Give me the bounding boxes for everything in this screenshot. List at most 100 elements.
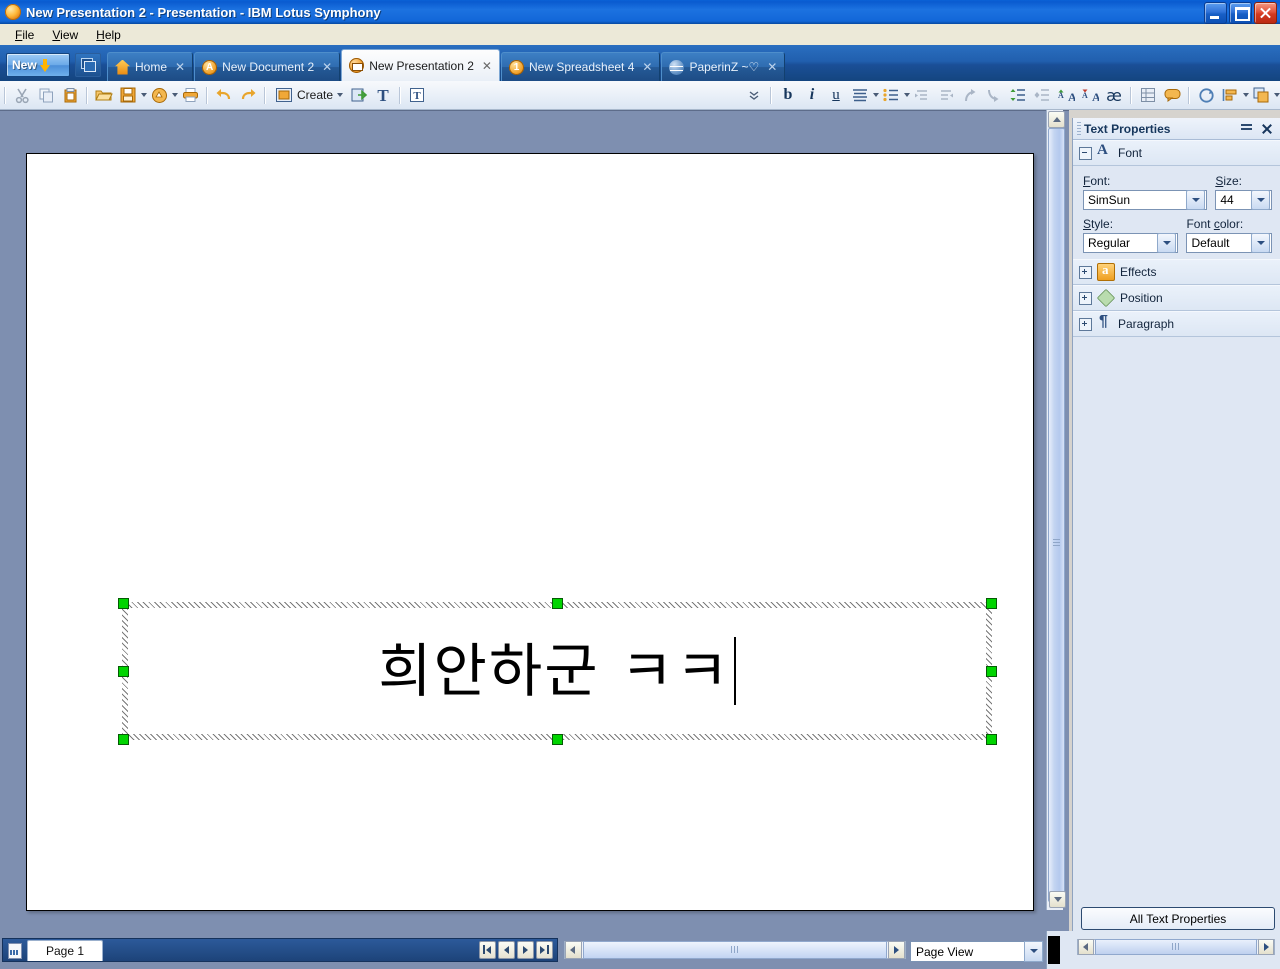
font-dropdown-icon[interactable] xyxy=(1186,190,1206,210)
special-character-icon[interactable]: æ xyxy=(1103,84,1125,106)
arrange-icon[interactable] xyxy=(1250,84,1272,106)
scroll-down-button[interactable] xyxy=(1049,891,1066,908)
demote-icon[interactable] xyxy=(911,84,933,106)
paste-icon[interactable] xyxy=(59,84,81,106)
window-list-icon[interactable] xyxy=(75,53,101,77)
move-down-icon[interactable] xyxy=(983,84,1005,106)
panel-horizontal-scrollbar[interactable] xyxy=(1077,939,1275,955)
next-page-button[interactable] xyxy=(517,941,534,959)
new-style-dropdown-icon[interactable] xyxy=(172,93,178,97)
tab-paperinz[interactable]: PaperinZ ~♡ ✕ xyxy=(661,52,786,81)
resize-handle-top-right[interactable] xyxy=(986,598,997,609)
bold-icon[interactable]: b xyxy=(777,84,799,106)
tab-new-spreadsheet-4[interactable]: New Spreadsheet 4 ✕ xyxy=(500,52,661,81)
create-button[interactable]: Create xyxy=(270,84,347,106)
view-mode-dropdown-icon[interactable] xyxy=(1024,941,1043,962)
panel-scroll-left-button[interactable] xyxy=(1078,939,1094,955)
scroll-up-button[interactable] xyxy=(1048,111,1065,128)
section-header-font[interactable]: Font xyxy=(1073,140,1280,166)
view-mode-select[interactable]: Page View xyxy=(910,941,1044,962)
arrange-dropdown-icon[interactable] xyxy=(1274,93,1280,97)
resize-handle-top-left[interactable] xyxy=(118,598,129,609)
previous-page-button[interactable] xyxy=(498,941,515,959)
last-page-button[interactable] xyxy=(536,941,553,959)
line-spacing-decrease-icon[interactable] xyxy=(1031,84,1053,106)
menu-help[interactable]: Help xyxy=(87,26,130,44)
canvas-horizontal-scroll-thumb[interactable] xyxy=(583,941,887,959)
font-combobox[interactable]: SimSun xyxy=(1083,190,1208,210)
new-style-icon[interactable] xyxy=(148,84,170,106)
align-dropdown-icon[interactable] xyxy=(873,93,879,97)
canvas-scroll-right-button[interactable] xyxy=(888,941,905,959)
resize-handle-bottom-left[interactable] xyxy=(118,734,129,745)
expand-toggle-effects[interactable] xyxy=(1079,265,1092,279)
panel-scroll-thumb[interactable] xyxy=(1095,939,1257,955)
tab-new-spreadsheet-4-close-icon[interactable]: ✕ xyxy=(642,60,652,74)
underline-icon[interactable]: u xyxy=(825,84,847,106)
menu-file[interactable]: File xyxy=(6,26,43,44)
save-dropdown-icon[interactable] xyxy=(141,93,147,97)
size-dropdown-icon[interactable] xyxy=(1251,190,1270,210)
bullets-icon[interactable] xyxy=(880,84,902,106)
align-objects-icon[interactable] xyxy=(1219,84,1241,106)
panel-close-icon[interactable] xyxy=(1259,121,1275,137)
copy-icon[interactable] xyxy=(35,84,57,106)
toolbar-overflow-icon[interactable] xyxy=(743,84,765,106)
align-objects-dropdown-icon[interactable] xyxy=(1243,93,1249,97)
slide-text-box[interactable]: 희안하군 ㅋㅋ xyxy=(122,602,992,740)
resize-handle-middle-right[interactable] xyxy=(986,666,997,677)
canvas-scroll-left-button[interactable] xyxy=(565,941,582,959)
new-button[interactable]: New xyxy=(6,53,70,77)
page-tab-page-1[interactable]: Page 1 xyxy=(27,939,103,961)
vertical-scroll-thumb[interactable] xyxy=(1048,128,1065,902)
style-combobox[interactable]: Regular xyxy=(1083,233,1179,253)
increase-font-icon[interactable]: AA xyxy=(1055,84,1077,106)
section-header-effects[interactable]: Effects xyxy=(1073,259,1280,285)
panel-drag-handle[interactable] xyxy=(1077,121,1081,136)
tab-new-presentation-2-close-icon[interactable]: ✕ xyxy=(482,59,492,73)
tab-paperinz-close-icon[interactable]: ✕ xyxy=(767,60,777,74)
table-icon[interactable] xyxy=(1137,84,1159,106)
bullets-dropdown-icon[interactable] xyxy=(904,93,910,97)
align-icon[interactable] xyxy=(849,84,871,106)
slide-canvas[interactable]: 희안하군 ㅋㅋ xyxy=(26,153,1034,911)
style-dropdown-icon[interactable] xyxy=(1157,233,1177,253)
collapse-toggle-font[interactable] xyxy=(1079,146,1092,160)
tab-new-document-2[interactable]: New Document 2 ✕ xyxy=(194,52,341,81)
section-header-position[interactable]: Position xyxy=(1073,285,1280,311)
restore-button[interactable] xyxy=(1229,2,1252,24)
close-button[interactable] xyxy=(1254,2,1277,24)
text-icon[interactable]: T xyxy=(372,84,394,106)
menu-view[interactable]: View xyxy=(43,26,87,44)
all-text-properties-button[interactable]: All Text Properties xyxy=(1081,907,1275,930)
redo-icon[interactable] xyxy=(237,84,259,106)
promote-icon[interactable] xyxy=(935,84,957,106)
insert-object-icon[interactable] xyxy=(348,84,370,106)
open-icon[interactable] xyxy=(93,84,115,106)
resize-handle-middle-left[interactable] xyxy=(118,666,129,677)
resize-handle-top-center[interactable] xyxy=(552,598,563,609)
expand-toggle-position[interactable] xyxy=(1079,291,1092,305)
save-icon[interactable] xyxy=(117,84,139,106)
create-dropdown-icon[interactable] xyxy=(337,93,344,97)
line-spacing-increase-icon[interactable] xyxy=(1007,84,1029,106)
resize-handle-bottom-right[interactable] xyxy=(986,734,997,745)
canvas-vertical-scrollbar[interactable] xyxy=(1046,110,1066,910)
panel-scroll-right-button[interactable] xyxy=(1258,939,1274,955)
rotate-icon[interactable] xyxy=(1195,84,1217,106)
decrease-font-icon[interactable]: AA xyxy=(1079,84,1101,106)
panel-menu-icon[interactable] xyxy=(1239,121,1255,137)
section-header-paragraph[interactable]: Paragraph xyxy=(1073,311,1280,337)
expand-toggle-paragraph[interactable] xyxy=(1079,317,1092,331)
print-icon[interactable] xyxy=(179,84,201,106)
resize-handle-bottom-center[interactable] xyxy=(552,734,563,745)
italic-icon[interactable]: i xyxy=(801,84,823,106)
text-box-content[interactable]: 희안하군 ㅋㅋ xyxy=(128,608,986,734)
tab-new-presentation-2[interactable]: New Presentation 2 ✕ xyxy=(341,49,500,81)
tab-home[interactable]: Home ✕ xyxy=(107,52,194,81)
callout-icon[interactable] xyxy=(1161,84,1183,106)
font-color-combobox[interactable]: Default xyxy=(1186,233,1272,253)
undo-icon[interactable] xyxy=(213,84,235,106)
size-combobox[interactable]: 44 xyxy=(1215,190,1272,210)
move-up-icon[interactable] xyxy=(959,84,981,106)
